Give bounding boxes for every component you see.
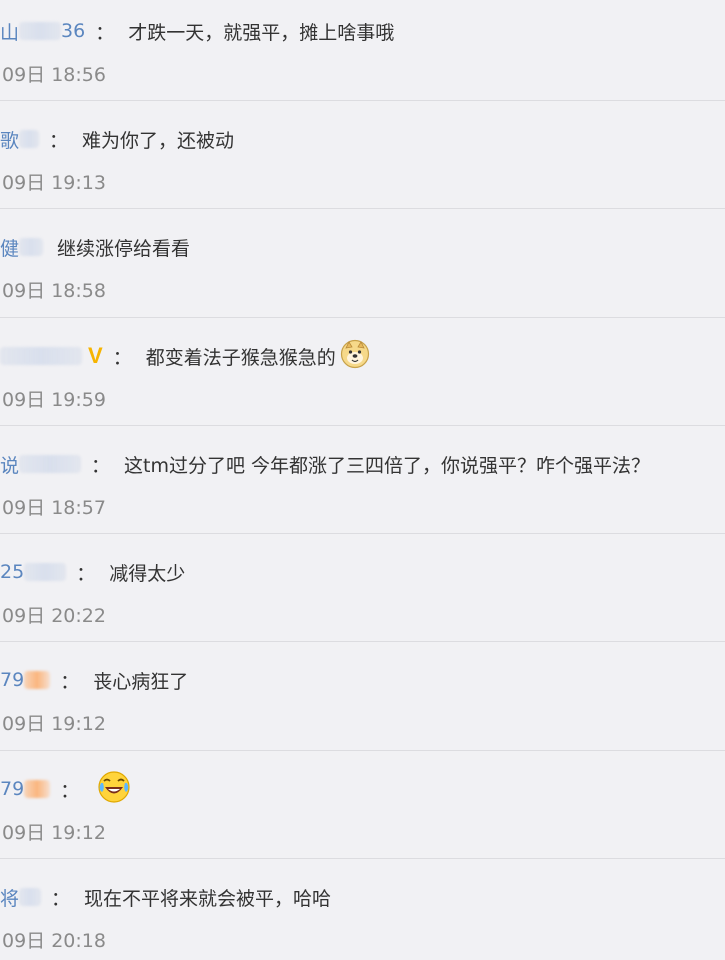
comment-text: 都变着法子猴急猴急的 [145, 346, 336, 369]
comment-username[interactable]: 79 [0, 778, 51, 800]
username-text[interactable]: 25 [0, 561, 24, 583]
verified-badge-icon: V [88, 343, 103, 368]
colon: ： [49, 129, 69, 152]
colon: ： [51, 887, 71, 910]
username-redacted [19, 22, 62, 40]
comment-item: 健 继续涨停给看看 09日 18:58 [0, 216, 725, 324]
comment-time: 09日 20:22 [2, 605, 106, 627]
username-text[interactable]: 健 [0, 234, 19, 261]
comment-text: 减得太少 [109, 562, 186, 585]
colon: ： [60, 779, 80, 802]
comment-text: 丧心病狂了 [93, 670, 189, 693]
comment-time: 09日 19:12 [2, 822, 106, 844]
username-text[interactable]: 将 [0, 884, 19, 911]
divider [0, 858, 725, 859]
comment-time: 09日 18:57 [2, 497, 106, 519]
comment-time: 09日 18:58 [2, 280, 106, 302]
divider [0, 100, 725, 101]
comment-username[interactable]: 79 [0, 669, 51, 691]
divider [0, 425, 725, 426]
comment-username[interactable] [0, 347, 82, 365]
comment-item: 歌 ： 难为你了，还被动 09日 19:13 [0, 108, 725, 216]
comment-item: 25 ： 减得太少 09日 20:22 [0, 541, 725, 649]
username-redacted [24, 671, 51, 689]
divider [0, 317, 725, 318]
username-redacted [0, 347, 82, 365]
comment-text: 现在不平将来就会被平，哈哈 [84, 887, 332, 910]
comment-item: 山 36 ： 才跌一天，就强平，摊上啥事哦 09日 18:56 [0, 0, 725, 108]
username-redacted [19, 888, 42, 906]
doge-emoji-icon [340, 339, 370, 374]
divider [0, 750, 725, 751]
colon: ： [60, 670, 80, 693]
username-text[interactable]: 说 [0, 451, 19, 478]
comment-time: 09日 19:13 [2, 172, 106, 194]
comment-time: 09日 19:12 [2, 713, 106, 735]
username-redacted [19, 238, 44, 256]
comment-text: 才跌一天，就强平，摊上啥事哦 [128, 21, 395, 44]
username-text[interactable]: 歌 [0, 126, 19, 153]
comment-item: 79 ： 09日 19:12 [0, 758, 725, 866]
colon: ： [91, 454, 111, 477]
comment-username[interactable]: 歌 [0, 126, 40, 153]
username-redacted [24, 563, 67, 581]
comment-text: 继续涨停给看看 [57, 237, 191, 260]
username-text-tail[interactable]: 36 [61, 20, 85, 42]
comment-username[interactable]: 25 [0, 561, 67, 583]
comment-username[interactable]: 将 [0, 884, 42, 911]
comment-time: 09日 19:59 [2, 389, 106, 411]
username-redacted [24, 780, 51, 798]
username-redacted [19, 455, 82, 473]
comment-feed: 山 36 ： 才跌一天，就强平，摊上啥事哦 09日 18:56 歌 ： 难为你了… [0, 0, 725, 960]
divider [0, 533, 725, 534]
comment-text: 难为你了，还被动 [82, 129, 235, 152]
comment-item: 将 ： 现在不平将来就会被平，哈哈 09日 20:18 [0, 866, 725, 960]
comment-text: 这tm过分了吧 今年都涨了三四倍了，你说强平？咋个强平法？ [124, 454, 651, 477]
comment-username[interactable]: 健 [0, 234, 44, 261]
laugh-cry-emoji-icon [97, 770, 131, 809]
comment-username[interactable]: 说 [0, 451, 82, 478]
comment-username[interactable]: 山 36 [0, 18, 85, 45]
divider [0, 208, 725, 209]
comment-time: 09日 20:18 [2, 930, 106, 952]
comment-time: 09日 18:56 [2, 64, 106, 86]
username-text[interactable]: 79 [0, 669, 24, 691]
username-text[interactable]: 山 [0, 18, 19, 45]
colon: ： [95, 21, 115, 44]
comment-item: V ： 都变着法子猴急猴急的 09日 19:59 [0, 325, 725, 433]
colon: ： [112, 346, 132, 369]
comment-item: 说 ： 这tm过分了吧 今年都涨了三四倍了，你说强平？咋个强平法？ 09日 18… [0, 433, 725, 541]
colon: ： [76, 562, 96, 585]
comment-item: 79 ： 丧心病狂了 09日 19:12 [0, 649, 725, 757]
divider [0, 641, 725, 642]
username-text[interactable]: 79 [0, 778, 24, 800]
username-redacted [19, 130, 40, 148]
